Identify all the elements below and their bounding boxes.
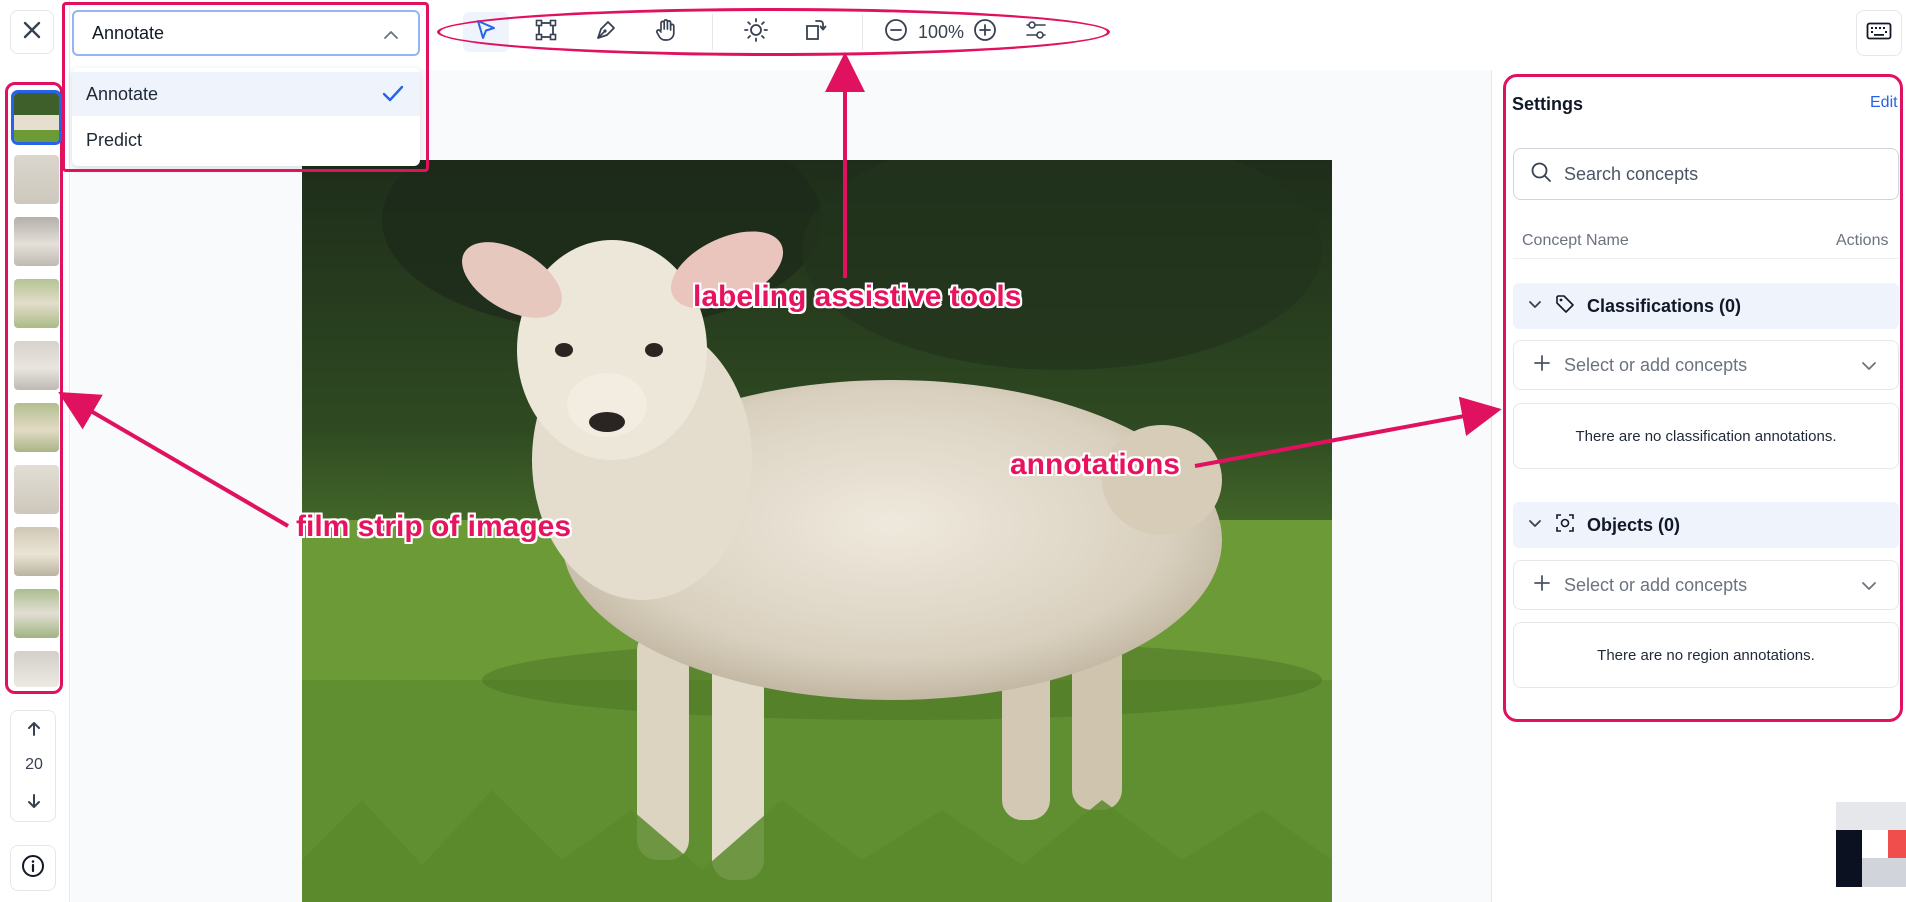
highlight-box-mode <box>62 2 429 172</box>
annotation-label-film-strip: film strip of images <box>296 510 572 543</box>
close-icon <box>22 20 42 45</box>
arrow-up-icon <box>25 720 43 743</box>
pager-down-button[interactable] <box>11 791 57 815</box>
film-thumb[interactable] <box>14 155 59 204</box>
film-thumb[interactable] <box>14 589 59 638</box>
info-icon <box>21 854 45 883</box>
film-thumb[interactable] <box>11 90 62 145</box>
film-thumb[interactable] <box>14 403 59 452</box>
highlight-oval-toolbar <box>437 8 1110 56</box>
arrow-down-icon <box>25 792 43 815</box>
film-thumb[interactable] <box>14 341 59 390</box>
film-thumb[interactable] <box>14 279 59 328</box>
close-button[interactable] <box>10 10 54 54</box>
info-button[interactable] <box>10 845 56 891</box>
highlight-box-settings <box>1503 74 1903 722</box>
keyboard-shortcuts-button[interactable] <box>1856 10 1902 56</box>
annotation-label-panel: annotations <box>1010 448 1180 481</box>
canvas-area[interactable] <box>71 70 1491 902</box>
film-thumb[interactable] <box>14 651 59 687</box>
corner-pixel-artifact <box>1836 802 1906 887</box>
film-thumb[interactable] <box>14 527 59 576</box>
annotation-label-tools: labeling assistive tools <box>693 280 1022 313</box>
film-thumb[interactable] <box>14 465 59 514</box>
film-strip <box>5 82 63 694</box>
left-rail: 20 <box>0 0 70 902</box>
pager-count: 20 <box>25 756 43 773</box>
film-thumb[interactable] <box>14 217 59 266</box>
keyboard-icon <box>1866 21 1892 46</box>
pager-up-button[interactable] <box>11 719 57 743</box>
pager: 20 <box>10 710 56 822</box>
